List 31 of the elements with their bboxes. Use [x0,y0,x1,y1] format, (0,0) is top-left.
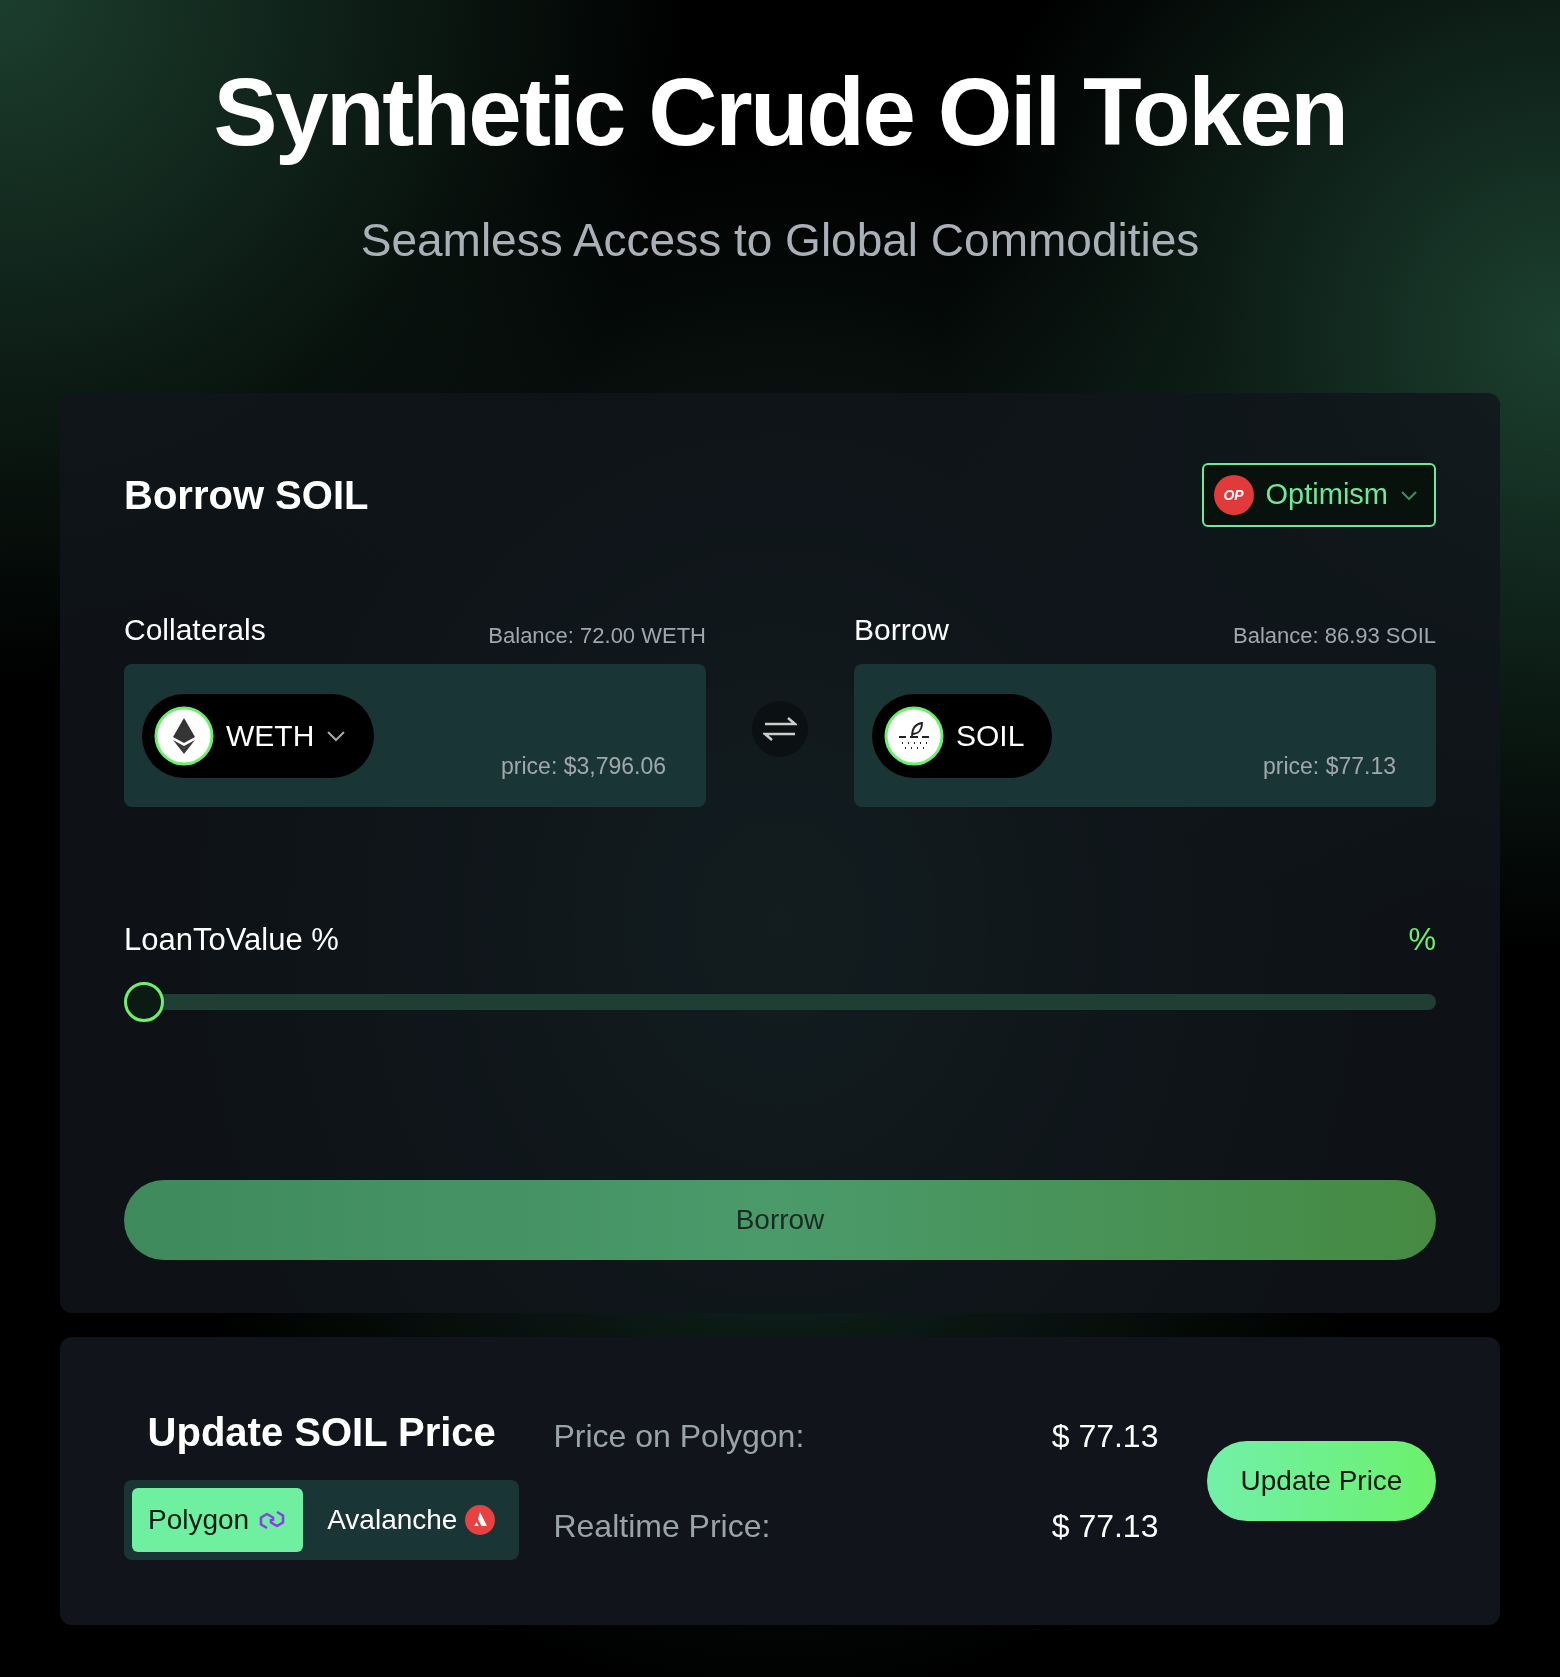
chevron-down-icon [1400,489,1418,501]
network-badge: OP [1213,475,1254,515]
borrow-button[interactable]: Borrow [124,1179,1436,1260]
chevron-down-icon [326,729,347,742]
update-price-button[interactable]: Update Price [1207,1441,1436,1521]
slider-thumb[interactable] [124,981,164,1022]
chain-tab[interactable]: Polygon [132,1488,304,1552]
page-subtitle: Seamless Access to Global Commodities [360,213,1200,268]
section-label: Borrow [854,612,950,648]
price-label: Realtime Price: [553,1507,771,1546]
price-text: price: $3,796.06 [501,751,666,781]
price-value: $ 77.13 [1051,1507,1159,1546]
sprout-icon [884,705,944,766]
card-title: Update SOIL Price [147,1409,496,1456]
swap-button[interactable] [752,701,808,757]
page-title: Synthetic Crude Oil Token [213,57,1347,167]
token-selector[interactable]: SOIL [872,693,1053,778]
ltv-reading: % [1408,921,1436,959]
price-label: Price on Polygon: [553,1417,805,1456]
ltv-slider[interactable] [124,981,1436,1022]
token-selector[interactable]: WETH [142,693,375,778]
card-title: Borrow SOIL [124,472,369,519]
section-label: Collaterals [124,612,266,648]
price-value: $ 77.13 [1051,1417,1159,1456]
ltv-label: LoanToValue % [124,921,339,959]
swap-arrows-icon [763,716,797,742]
balance-text: Balance: 72.00 WETH [488,622,706,650]
network-dropdown[interactable]: OP Optimism [1201,463,1436,527]
balance-text: Balance: 86.93 SOIL [1232,622,1436,650]
price-text: price: $77.13 [1263,751,1396,781]
chain-tab[interactable]: Avalanche [311,1488,512,1552]
